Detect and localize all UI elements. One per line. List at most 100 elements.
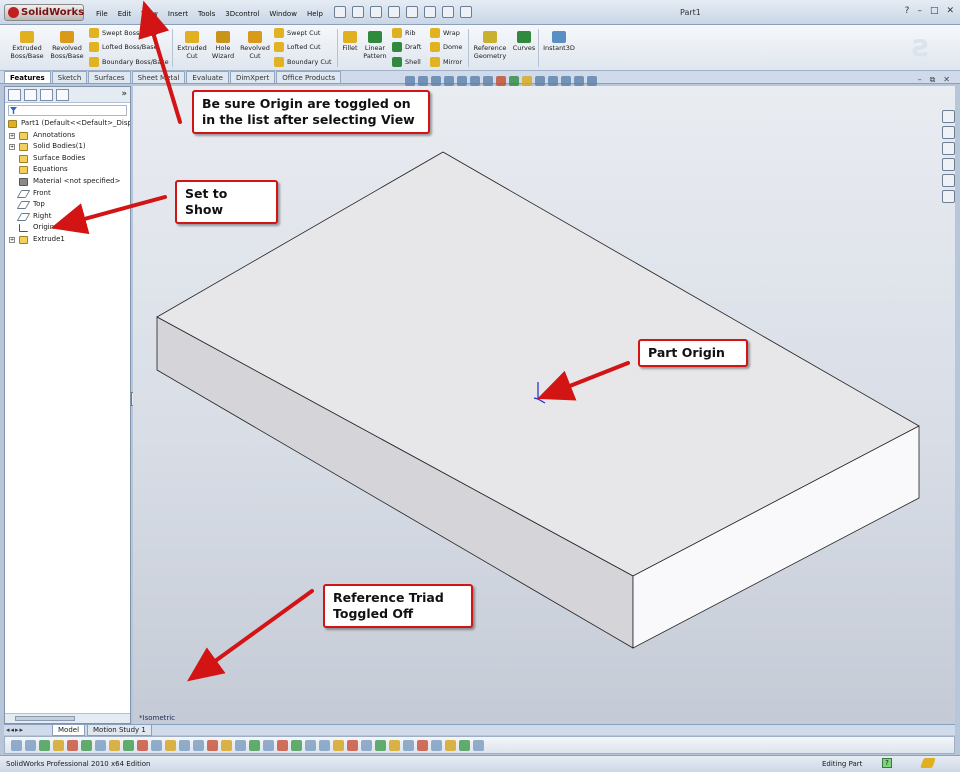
fillet-button[interactable]: Fillet [340, 29, 360, 52]
tool-icon[interactable] [165, 740, 176, 751]
tool-icon[interactable] [473, 740, 484, 751]
tree-item-annotations[interactable]: + Annotations [5, 130, 130, 142]
hole-wizard-button[interactable]: Hole Wizard [209, 29, 237, 60]
tool-icon[interactable] [193, 740, 204, 751]
zoom-to-fit-icon[interactable] [405, 76, 415, 86]
custom-properties-icon[interactable] [942, 190, 955, 203]
chevron-right-icon[interactable]: » [121, 89, 127, 101]
feature-filter-input[interactable] [8, 105, 127, 116]
print-icon[interactable] [388, 6, 400, 18]
menu-help[interactable]: Help [303, 7, 327, 21]
solidworks-resources-icon[interactable] [942, 110, 955, 123]
extruded-boss-button[interactable]: Extruded Boss/Base [8, 29, 46, 60]
tool-icon[interactable] [319, 740, 330, 751]
tree-item-surface-bodies[interactable]: Surface Bodies [5, 153, 130, 165]
tool-icon[interactable] [445, 740, 456, 751]
expand-icon[interactable]: + [9, 236, 15, 243]
shadows-icon[interactable] [548, 76, 558, 86]
tree-item-origin[interactable]: Origin [5, 222, 130, 234]
menu-3dcontrol[interactable]: 3Dcontrol [221, 7, 263, 21]
tool-icon[interactable] [305, 740, 316, 751]
tab-surfaces[interactable]: Surfaces [88, 71, 131, 83]
tab-dimxpert[interactable]: DimXpert [229, 71, 276, 83]
tool-icon[interactable] [347, 740, 358, 751]
tool-icon[interactable] [137, 740, 148, 751]
tool-icon[interactable] [375, 740, 386, 751]
previous-view-icon[interactable] [431, 76, 441, 86]
tree-item-right-plane[interactable]: Right [5, 211, 130, 223]
expand-icon[interactable]: + [9, 144, 15, 151]
menu-file[interactable]: File [92, 7, 112, 21]
boundary-boss-button[interactable]: Boundary Boss/Base [89, 56, 169, 68]
tab-features[interactable]: Features [4, 71, 51, 83]
solidworks-logo[interactable]: SolidWorks [4, 4, 84, 21]
rebuild-icon[interactable] [442, 6, 454, 18]
tool-icon[interactable] [417, 740, 428, 751]
perspective-icon[interactable] [574, 76, 584, 86]
draft-button[interactable]: Draft [392, 41, 421, 53]
menu-insert[interactable]: Insert [164, 7, 192, 21]
file-explorer-icon[interactable] [942, 142, 955, 155]
save-icon[interactable] [370, 6, 382, 18]
apply-scene-icon[interactable] [509, 76, 519, 86]
tree-horizontal-scrollbar[interactable] [5, 713, 130, 723]
tool-icon[interactable] [431, 740, 442, 751]
close-button[interactable]: ✕ [946, 6, 954, 16]
viewport-restore-button[interactable]: ⧉ [930, 75, 936, 85]
tool-icon[interactable] [53, 740, 64, 751]
tool-icon[interactable] [249, 740, 260, 751]
tool-icon[interactable] [361, 740, 372, 751]
reference-geometry-button[interactable]: Reference Geometry [472, 29, 508, 60]
swept-boss-button[interactable]: Swept Boss/Base [89, 27, 157, 39]
lofted-cut-button[interactable]: Lofted Cut [274, 41, 321, 53]
tool-icon[interactable] [333, 740, 344, 751]
expand-icon[interactable]: + [9, 132, 15, 139]
view-orientation-icon[interactable] [457, 76, 467, 86]
tool-icon[interactable] [25, 740, 36, 751]
shell-button[interactable]: Shell [392, 56, 421, 68]
view-palette-icon[interactable] [942, 158, 955, 171]
swept-cut-button[interactable]: Swept Cut [274, 27, 320, 39]
wrap-button[interactable]: Wrap [430, 27, 460, 39]
edit-pencil-icon[interactable] [920, 758, 936, 768]
extruded-cut-button[interactable]: Extruded Cut [175, 29, 209, 60]
minimize-button[interactable]: – [917, 6, 922, 16]
tool-icon[interactable] [459, 740, 470, 751]
zoom-area-icon[interactable] [418, 76, 428, 86]
tab-motion-study-1[interactable]: Motion Study 1 [87, 725, 152, 736]
dimxpert-manager-icon[interactable] [56, 89, 69, 101]
help-question-icon[interactable]: ? [882, 758, 892, 768]
tool-icon[interactable] [39, 740, 50, 751]
rib-button[interactable]: Rib [392, 27, 415, 39]
hide-show-items-icon[interactable] [483, 76, 493, 86]
tree-root-part[interactable]: Part1 (Default<<Default>_Displa [5, 118, 130, 130]
menu-view[interactable]: View [137, 7, 162, 21]
tool-icon[interactable] [263, 740, 274, 751]
linear-pattern-button[interactable]: Linear Pattern [361, 29, 389, 60]
tool-icon[interactable] [235, 740, 246, 751]
design-library-icon[interactable] [942, 126, 955, 139]
tree-item-front-plane[interactable]: Front [5, 188, 130, 200]
tool-icon[interactable] [291, 740, 302, 751]
tree-item-top-plane[interactable]: Top [5, 199, 130, 211]
tab-sketch[interactable]: Sketch [51, 71, 88, 83]
menu-window[interactable]: Window [265, 7, 301, 21]
options-icon[interactable] [460, 6, 472, 18]
tab-evaluate[interactable]: Evaluate [186, 71, 229, 83]
help-button[interactable]: ? [905, 6, 910, 16]
revolved-boss-button[interactable]: Revolved Boss/Base [48, 29, 86, 60]
edit-appearance-icon[interactable] [496, 76, 506, 86]
tree-item-equations[interactable]: Equations [5, 164, 130, 176]
display-style-icon[interactable] [470, 76, 480, 86]
appearances-icon[interactable] [942, 174, 955, 187]
mirror-button[interactable]: Mirror [430, 56, 462, 68]
dome-button[interactable]: Dome [430, 41, 462, 53]
tool-icon[interactable] [151, 740, 162, 751]
boundary-cut-button[interactable]: Boundary Cut [274, 56, 332, 68]
viewport-close-button[interactable]: ✕ [943, 75, 950, 85]
feature-tree-icon[interactable] [8, 89, 21, 101]
tool-icon[interactable] [123, 740, 134, 751]
instant3d-button[interactable]: Instant3D [542, 29, 576, 52]
tree-item-extrude1[interactable]: + Extrude1 [5, 234, 130, 246]
maximize-button[interactable]: □ [930, 6, 939, 16]
